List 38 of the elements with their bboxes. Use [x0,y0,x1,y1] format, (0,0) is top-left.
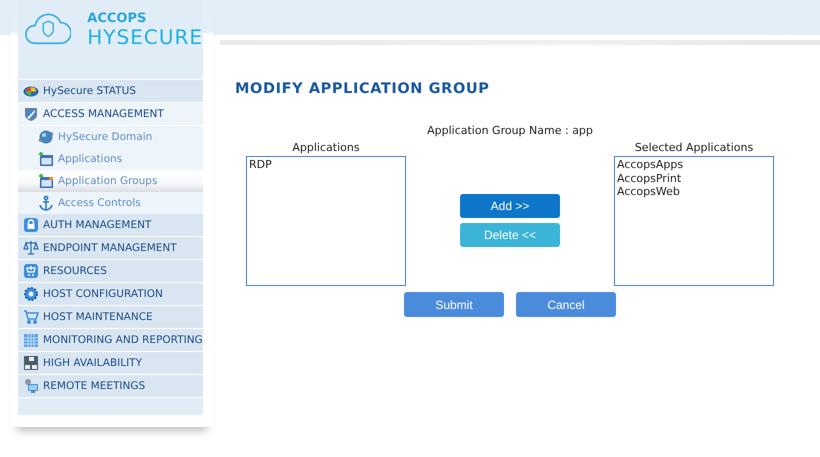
add-button[interactable]: Add >> [460,194,560,218]
lock-icon [23,217,39,233]
shield-icon [23,106,39,122]
cart-icon [23,309,39,325]
menu-item[interactable]: AUTH MANAGEMENT [18,214,203,237]
cancel-button[interactable]: Cancel [516,292,616,317]
window-icon [38,173,54,189]
list-heading: Applications [291,141,361,154]
page-title: MODIFY APPLICATION GROUP [235,81,490,97]
calendar-icon [23,332,39,348]
computer-icon [23,378,39,394]
list-option[interactable]: AccopsWeb [617,185,771,198]
listbox[interactable]: RDP [246,156,406,286]
list-option[interactable]: AccopsPrint [617,172,771,185]
menu-item[interactable]: RESOURCES [18,260,203,283]
list-option[interactable]: AccopsApps [617,158,771,172]
list-heading: Selected Applications [634,141,754,154]
menu-item[interactable]: MONITORING AND REPORTING [18,329,203,352]
menu-item[interactable]: REMOTE MEETINGS [18,375,203,398]
menu-item[interactable]: ACCESS MANAGEMENT [18,103,203,126]
gear-icon [23,286,39,302]
group-name-label: Application Group Name : app [426,124,594,137]
menu-item[interactable]: HySecure STATUS [18,80,203,103]
menu-item[interactable]: HOST CONFIGURATION [18,283,203,306]
brand-name: ACCOPS [87,12,148,26]
listbox[interactable]: AccopsApps AccopsPrint AccopsWeb [614,156,774,286]
scales-icon [23,240,39,256]
anchor-icon [38,195,54,211]
menu-item[interactable]: HIGH AVAILABILITY [18,352,203,375]
blocks-icon [23,355,39,371]
menu-item[interactable]: HOST MAINTENANCE [18,306,203,329]
cart-icon [23,263,39,279]
globe-icon [38,129,54,145]
window-icon [38,151,54,167]
list-option[interactable]: RDP [249,158,403,172]
submit-button[interactable]: Submit [404,292,504,317]
menu-item[interactable]: ENDPOINT MANAGEMENT [18,237,203,260]
product-name: HYSECURE [87,26,203,48]
